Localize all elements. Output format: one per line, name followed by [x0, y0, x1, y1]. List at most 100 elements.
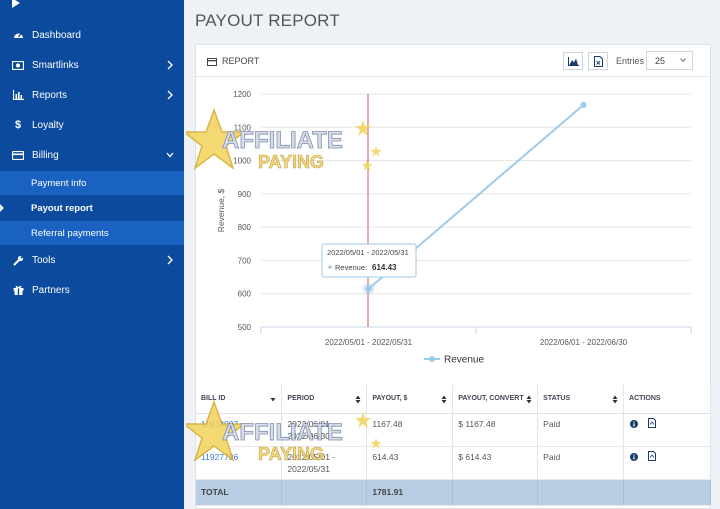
- y-tick-label: 500: [238, 323, 252, 332]
- info-icon[interactable]: [629, 452, 638, 462]
- dollar-icon: $: [14, 119, 22, 131]
- column-header-actions: ACTIONS: [623, 385, 711, 414]
- chevron-right-icon: [167, 90, 173, 100]
- period-start: 2022/06/01 -: [287, 418, 336, 429]
- data-point: [580, 101, 587, 108]
- sidebar-item-label: Partners: [32, 284, 70, 296]
- payout-table: BILL ID PERIOD PAYOUT, $ PAYOUT, CONVERT…: [196, 385, 711, 506]
- dashboard-icon: [12, 29, 24, 41]
- x-tick-label: 2022/05/01 - 2022/05/31: [325, 338, 413, 347]
- report-panel: REPORT Entries 25 500 600 700 800 900 1000 110…: [195, 44, 711, 509]
- pdf-icon[interactable]: [647, 450, 656, 461]
- chevron-right-icon: [167, 60, 173, 70]
- bill-id-link[interactable]: 11932097: [201, 419, 238, 429]
- area-chart-icon: [567, 56, 579, 66]
- sidebar-item-label: Loyalty: [32, 119, 64, 131]
- page-title: PAYOUT REPORT: [195, 11, 340, 30]
- chevron-down-icon: [680, 58, 686, 63]
- chevron-down-icon: [166, 152, 174, 158]
- export-button[interactable]: [588, 52, 608, 70]
- entries-label: Entries: [616, 56, 645, 66]
- chevron-right-icon: [167, 255, 173, 265]
- status-badge: Paid: [537, 446, 625, 480]
- total-label: TOTAL: [196, 479, 283, 506]
- entries-select[interactable]: 25: [646, 51, 693, 70]
- revenue-chart: 500 600 700 800 900 1000 1100 1200 2022/05/01 - …: [216, 90, 692, 366]
- sidebar-item-billing[interactable]: Billing: [0, 140, 184, 170]
- chart-toggle-button[interactable]: [563, 52, 583, 70]
- period-end: 2022/06/30: [287, 430, 330, 441]
- status-badge: Paid: [537, 413, 625, 447]
- sidebar-item-label: Billing: [32, 149, 59, 161]
- panel-title: REPORT: [222, 56, 260, 66]
- entries-value: 25: [655, 56, 666, 66]
- sidebar-item-loyalty[interactable]: $ Loyalty: [0, 110, 184, 140]
- column-header-payout[interactable]: PAYOUT, $: [366, 385, 454, 414]
- payout-convert-value: $ 614.43: [452, 446, 539, 480]
- y-tick-label: 900: [238, 190, 252, 199]
- sort-icon: [612, 395, 618, 404]
- table-total-row: TOTAL 1781.91: [196, 479, 711, 506]
- tooltip-value: 614.43: [372, 263, 397, 272]
- logo-icon: [12, 0, 20, 8]
- sidebar-item-label: Reports: [32, 89, 68, 101]
- data-point: [365, 285, 372, 292]
- table-row: 11932097 2022/06/01 -2022/06/30 1167.48 …: [196, 413, 711, 447]
- sort-icon: [441, 395, 447, 404]
- y-tick-label: 700: [238, 256, 252, 265]
- wrench-icon: [12, 254, 24, 266]
- period-end: 2022/05/31: [287, 463, 330, 474]
- legend-marker: [429, 356, 435, 362]
- sidebar-item-dashboard[interactable]: Dashboard: [0, 20, 184, 50]
- sidebar-item-smartlinks[interactable]: Smartlinks: [0, 50, 184, 80]
- table-header-row: BILL ID PERIOD PAYOUT, $ PAYOUT, CONVERT…: [196, 385, 711, 414]
- table-row: 11927796 2022/05/01 -2022/05/31 614.43 $…: [196, 446, 711, 480]
- y-tick-label: 1200: [233, 90, 251, 99]
- column-header-status[interactable]: STATUS: [537, 385, 625, 414]
- actions-cell: [623, 446, 711, 480]
- payout-value: 614.43: [366, 446, 454, 480]
- payout-convert-value: $ 1167.48: [452, 413, 539, 447]
- credit-card-icon: [12, 149, 24, 161]
- sidebar-header: [0, 0, 184, 20]
- y-tick-label: 600: [238, 290, 252, 299]
- sidebar-subitem-referral-payments[interactable]: Referral payments: [0, 220, 184, 245]
- y-tick-label: 1000: [233, 157, 251, 166]
- tooltip-title: 2022/05/01 - 2022/05/31: [327, 248, 409, 257]
- sidebar-subitem-payment-info[interactable]: Payment info: [0, 170, 184, 195]
- sidebar-item-tools[interactable]: Tools: [0, 245, 184, 275]
- sidebar-item-reports[interactable]: Reports: [0, 80, 184, 110]
- sort-icon: [526, 395, 532, 404]
- sidebar: Dashboard Smartlinks Reports $ Loyalty B…: [0, 0, 184, 509]
- file-export-icon: [593, 55, 603, 67]
- bill-id-link[interactable]: 11927796: [201, 452, 238, 462]
- sidebar-item-label: Dashboard: [32, 29, 81, 41]
- tooltip-marker: [328, 265, 332, 269]
- panel-header: REPORT Entries 25: [196, 45, 710, 77]
- y-tick-label: 1100: [234, 123, 252, 132]
- column-header-payout-convert[interactable]: PAYOUT, CONVERT: [452, 385, 539, 414]
- column-header-bill-id[interactable]: BILL ID: [196, 385, 283, 414]
- smartlinks-icon: [12, 59, 24, 71]
- tooltip-series-label: Revenue:: [335, 263, 367, 272]
- sidebar-subitem-payout-report[interactable]: Payout report: [0, 195, 184, 220]
- sort-icon: [355, 395, 361, 404]
- y-axis-title: Revenue, $: [216, 188, 226, 232]
- legend-label-revenue: Revenue: [444, 355, 484, 366]
- gift-icon: [12, 284, 24, 296]
- total-value: 1781.91: [366, 479, 454, 506]
- period-start: 2022/05/01 -: [287, 451, 336, 462]
- pdf-icon[interactable]: [647, 417, 656, 428]
- sort-desc-icon: [270, 398, 276, 402]
- sidebar-item-label: Smartlinks: [32, 59, 79, 71]
- y-tick-label: 800: [238, 223, 252, 232]
- sidebar-item-label: Tools: [32, 254, 56, 266]
- actions-cell: [623, 413, 711, 447]
- sidebar-item-partners[interactable]: Partners: [0, 275, 184, 305]
- credit-card-icon: [207, 58, 217, 66]
- bar-chart-icon: [12, 89, 24, 101]
- info-icon[interactable]: [629, 419, 638, 429]
- x-tick-label: 2022/06/01 - 2022/06/30: [540, 338, 628, 347]
- column-header-period[interactable]: PERIOD: [281, 385, 368, 414]
- payout-value: 1167.48: [366, 413, 454, 447]
